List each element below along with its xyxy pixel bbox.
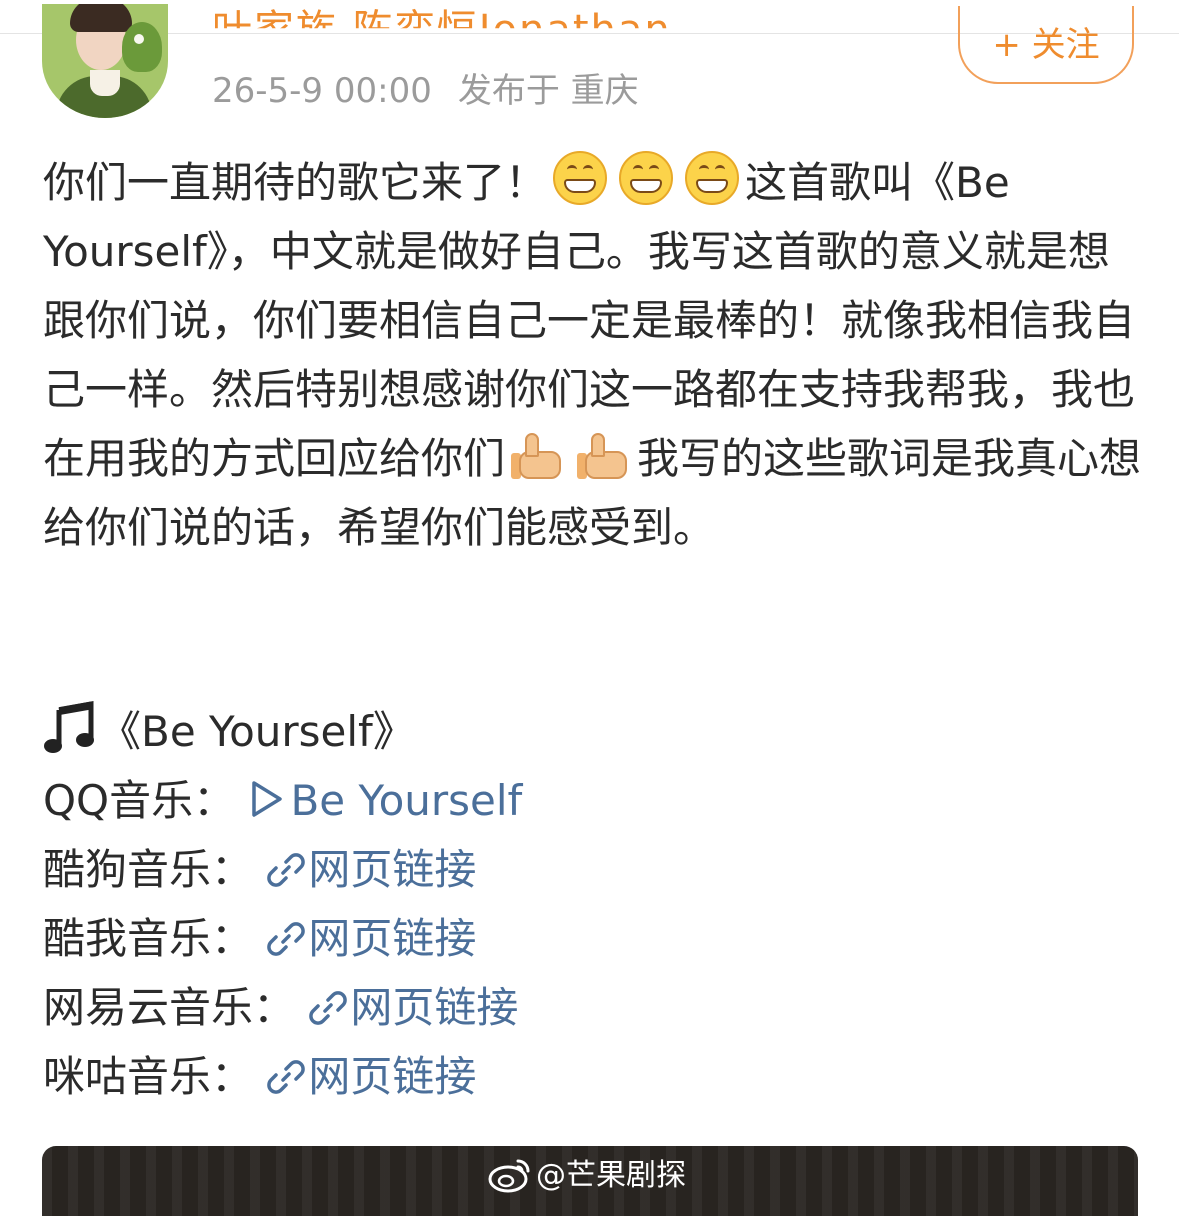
link-icon	[267, 853, 306, 887]
song-links: 《Be Yourself》 QQ音乐： Be Yourself 酷狗音乐： 网页…	[43, 697, 1143, 1111]
link-icon	[267, 922, 306, 956]
song-link-row-netease: 网易云音乐： 网页链接	[43, 973, 1143, 1042]
watermark: @芒果剧探	[488, 1155, 686, 1197]
platform-label: 网易云音乐：	[43, 983, 296, 1032]
follow-button[interactable]: + 关注	[958, 6, 1134, 84]
platform-label: 咪咕音乐：	[43, 1052, 254, 1101]
user-name[interactable]: 叶家族 陈奕恒Jonathan	[212, 8, 672, 28]
music-note-icon	[44, 700, 94, 753]
thumbs-up-emoji-icon	[511, 429, 565, 483]
thumbs-up-emoji-icon	[577, 429, 631, 483]
link-icon	[267, 1060, 306, 1094]
song-title-row: 《Be Yourself》	[43, 697, 1143, 766]
kugou-music-link[interactable]: 网页链接	[266, 845, 476, 894]
avatar[interactable]	[42, 4, 168, 118]
link-text: 网页链接	[308, 914, 477, 963]
post-location: 发布于 重庆	[457, 71, 639, 111]
platform-label: QQ音乐：	[43, 776, 236, 825]
link-text: 网页链接	[308, 1052, 477, 1101]
watermark-text: @芒果剧探	[536, 1158, 686, 1193]
weibo-icon	[488, 1159, 530, 1193]
post-content: 你们一直期待的歌它来了！ 这首歌叫《Be Yourself》，中文就是做好自己。我…	[43, 148, 1143, 562]
song-title: 《Be Yourself》	[99, 707, 415, 756]
link-icon	[309, 991, 348, 1025]
qq-music-link[interactable]: Be Yourself	[248, 776, 522, 825]
song-link-row-kugou: 酷狗音乐： 网页链接	[43, 835, 1143, 904]
post-timestamp: 26-5-9 00:00	[212, 71, 432, 111]
grin-emoji-icon	[619, 151, 674, 205]
link-text: 网页链接	[350, 983, 519, 1032]
post-text: 你们一直期待的歌它来了！ 这首歌叫《Be Yourself》，中文就是做好自己。我…	[43, 148, 1143, 562]
grin-emoji-icon	[553, 151, 608, 205]
migu-music-link[interactable]: 网页链接	[266, 1052, 476, 1101]
post-header: 叶家族 陈奕恒Jonathan 26-5-9 00:00 发布于 重庆 + 关注	[0, 0, 1179, 130]
grin-emoji-icon	[685, 151, 740, 205]
link-text: Be Yourself	[290, 776, 523, 825]
platform-label: 酷狗音乐：	[43, 845, 254, 894]
play-icon	[252, 781, 283, 817]
song-link-row-kuwo: 酷我音乐： 网页链接	[43, 904, 1143, 973]
platform-label: 酷我音乐：	[43, 914, 254, 963]
netease-music-link[interactable]: 网页链接	[308, 983, 518, 1032]
song-link-row-qq: QQ音乐： Be Yourself	[43, 766, 1143, 835]
post-text-intro: 你们一直期待的歌它来了！	[43, 158, 548, 207]
kuwo-music-link[interactable]: 网页链接	[266, 914, 476, 963]
post-meta: 26-5-9 00:00 发布于 重庆	[212, 70, 639, 112]
link-text: 网页链接	[308, 845, 477, 894]
song-link-row-migu: 咪咕音乐： 网页链接	[43, 1042, 1143, 1111]
